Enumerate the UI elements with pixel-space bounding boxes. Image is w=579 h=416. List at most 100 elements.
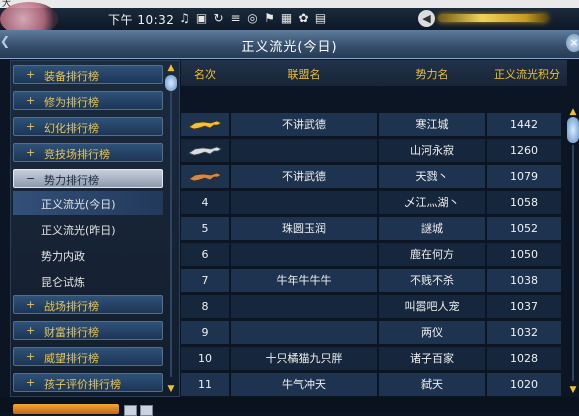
- scroll-down-icon[interactable]: ▼: [165, 384, 177, 394]
- union-cell: [231, 295, 377, 318]
- sidebar-subitem-kunlun-trial[interactable]: 昆仑试炼: [13, 269, 163, 293]
- rank-cell: 8: [181, 295, 229, 318]
- force-cell: 乄江灬湖丶: [379, 191, 485, 214]
- union-cell: [231, 243, 377, 266]
- sidebar-item-label: 修为排行榜: [44, 96, 99, 109]
- force-cell: 不贱不杀: [379, 269, 485, 292]
- rank-cell: 10: [181, 347, 229, 370]
- sidebar-item-arena[interactable]: + 竞技场排行榜: [13, 143, 163, 162]
- header-union: 联盟名: [287, 68, 321, 81]
- sidebar-subitem-justice-today[interactable]: 正义流光(今日): [13, 191, 163, 215]
- rank-cell: 4: [181, 191, 229, 214]
- rank-cell: 7: [181, 269, 229, 292]
- collapse-icon: −: [26, 172, 36, 185]
- rank-cell: 5: [181, 217, 229, 240]
- sword-decoration: [438, 14, 548, 22]
- table-row[interactable]: 不讲武德 天戮丶 1079: [181, 165, 561, 189]
- score-cell: 1079: [487, 165, 561, 188]
- sidebar-item-force[interactable]: − 势力排行榜: [13, 169, 163, 188]
- menu-icon[interactable]: ≡: [229, 11, 242, 26]
- sidebar-item-child-rating[interactable]: + 孩子评价排行榜: [13, 373, 163, 392]
- sidebar-item-label: 势力排行榜: [44, 174, 99, 187]
- sidebar-item-label: 威望排行榜: [44, 352, 99, 365]
- force-cell: 叫嚣吧人宠: [379, 295, 485, 318]
- union-cell: [231, 191, 377, 214]
- ranking-category-sidebar: + 装备排行榜 + 修为排行榜 + 幻化排行榜 + 竞技场排行榜 − 势力排行榜…: [10, 60, 180, 397]
- sidebar-item-label: 战场排行榜: [44, 300, 99, 313]
- scrollbar-thumb[interactable]: [165, 75, 177, 91]
- table-row[interactable]: 11 牛气冲天 弑天 1020: [181, 373, 561, 397]
- table-row[interactable]: 6 鹿在何方 1050: [181, 243, 561, 267]
- dial-button[interactable]: ◀: [418, 10, 435, 27]
- sidebar-item-equipment[interactable]: + 装备排行榜: [13, 65, 163, 84]
- sidebar-subitem-label: 正义流光(昨日): [41, 224, 116, 237]
- window-title: 正义流光(今日): [241, 40, 338, 55]
- force-cell: 鹿在何方: [379, 243, 485, 266]
- table-row[interactable]: 8 叫嚣吧人宠 1037: [181, 295, 561, 319]
- header-score: 正义流光积分: [494, 68, 560, 81]
- sidebar-item-label: 财富排行榜: [44, 326, 99, 339]
- union-cell: 不讲武德: [231, 113, 377, 136]
- scroll-up-icon[interactable]: ▲: [567, 107, 579, 117]
- header-rank: 名次: [194, 68, 216, 81]
- sidebar-item-prestige[interactable]: + 威望排行榜: [13, 347, 163, 366]
- force-cell: 天戮丶: [379, 165, 485, 188]
- score-cell: 1038: [487, 269, 561, 292]
- scrollbar-track[interactable]: [572, 145, 574, 381]
- scroll-down-icon[interactable]: ▼: [567, 385, 579, 395]
- score-cell: 1032: [487, 321, 561, 344]
- expand-icon: +: [26, 94, 36, 107]
- scroll-up-icon[interactable]: ▲: [165, 63, 177, 73]
- score-cell: 1058: [487, 191, 561, 214]
- expand-icon: +: [26, 68, 36, 81]
- sidebar-subitem-internal-affairs[interactable]: 势力内政: [13, 243, 163, 267]
- sidebar-item-cultivation[interactable]: + 修为排行榜: [13, 91, 163, 110]
- refresh-icon[interactable]: ↻: [212, 11, 225, 26]
- music-icon[interactable]: ♫: [178, 11, 191, 26]
- table-row[interactable]: 7 牛年牛牛牛 不贱不杀 1038: [181, 269, 561, 293]
- grid-icon[interactable]: ▦: [280, 11, 293, 26]
- table-header: 名次 联盟名 势力名 正义流光积分: [181, 60, 567, 86]
- score-cell: 1020: [487, 373, 561, 396]
- force-cell: 寒江城: [379, 113, 485, 136]
- scrollbar-thumb[interactable]: [567, 117, 579, 143]
- table-row[interactable]: 不讲武德 寒江城 1442: [181, 113, 561, 137]
- score-cell: 1028: [487, 347, 561, 370]
- window-titlebar: ❮ 正义流光(今日) ×: [0, 30, 579, 59]
- hud-icon-bar: ♫ ▣ ↻ ≡ ◎ ⚑ ▦ ✿ ▤: [178, 11, 327, 26]
- bottom-square-button[interactable]: [140, 405, 153, 416]
- sidebar-item-illusion[interactable]: + 幻化排行榜: [13, 117, 163, 136]
- table-row[interactable]: 10 十只橘猫九只胖 诸子百家 1028: [181, 347, 561, 371]
- table-row[interactable]: 5 珠圆玉润 謎城 1052: [181, 217, 561, 241]
- rank-cell: [181, 113, 229, 136]
- force-cell: 诸子百家: [379, 347, 485, 370]
- flag-icon[interactable]: ⚑: [263, 11, 276, 26]
- camera-icon[interactable]: ◎: [246, 11, 259, 26]
- force-cell: 謎城: [379, 217, 485, 240]
- table-row[interactable]: 4 乄江灬湖丶 1058: [181, 191, 561, 215]
- close-button[interactable]: ×: [566, 34, 579, 52]
- score-cell: 1052: [487, 217, 561, 240]
- rank-cell: [181, 165, 229, 188]
- expand-icon: +: [26, 146, 36, 159]
- sidebar-item-label: 孩子评价排行榜: [44, 378, 121, 391]
- sidebar-subitem-label: 昆仑试炼: [41, 276, 85, 289]
- scrollbar-track[interactable]: [170, 77, 172, 377]
- settings-icon[interactable]: ✿: [297, 11, 310, 26]
- table-row[interactable]: 9 两仪 1032: [181, 321, 561, 345]
- table-row[interactable]: 山河永寂 1260: [181, 139, 561, 163]
- bottom-bar: [0, 397, 579, 416]
- rank-cell: [181, 139, 229, 162]
- sidebar-scrollbar[interactable]: ▲ ▼: [165, 63, 177, 394]
- screenshot-icon[interactable]: ▤: [314, 11, 327, 26]
- table-scrollbar[interactable]: ▲ ▼: [567, 107, 579, 395]
- save-icon[interactable]: ▣: [195, 11, 208, 26]
- bottom-square-button[interactable]: [124, 405, 137, 416]
- sidebar-item-wealth[interactable]: + 财富排行榜: [13, 321, 163, 340]
- sidebar-subitem-justice-yesterday[interactable]: 正义流光(昨日): [13, 217, 163, 241]
- bottom-action-button[interactable]: [13, 404, 119, 414]
- sidebar-item-battlefield[interactable]: + 战场排行榜: [13, 295, 163, 314]
- silver-rank-icon: [188, 146, 222, 156]
- union-cell: 珠圆玉润: [231, 217, 377, 240]
- gold-rank-icon: [188, 120, 222, 130]
